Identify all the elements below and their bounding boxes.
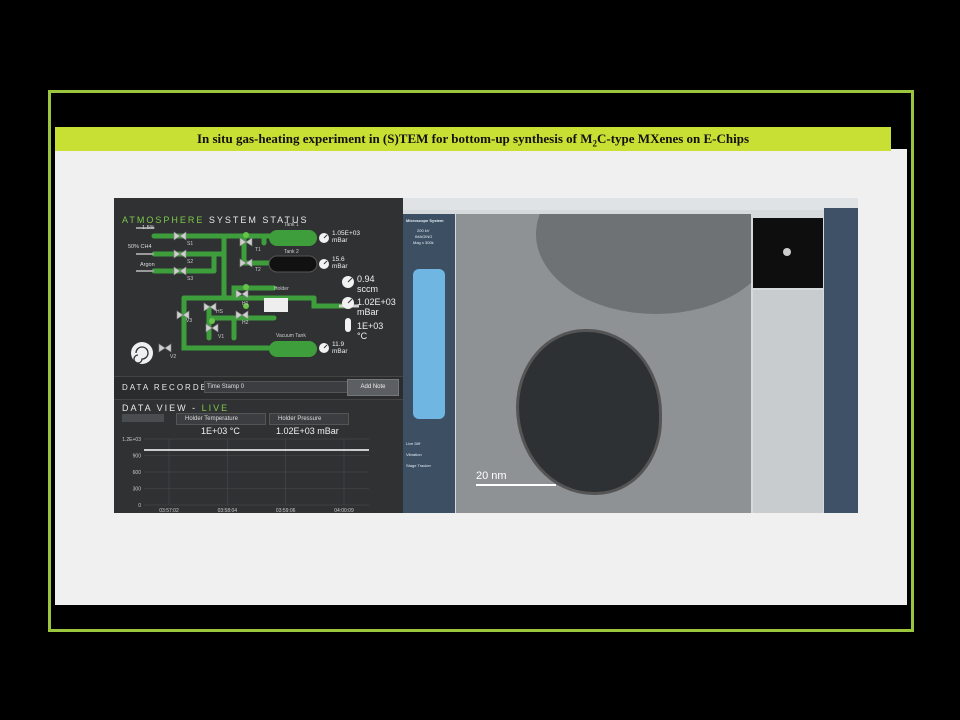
tank-1-value: 1.05E+03 mBar — [332, 230, 361, 244]
vibration-item[interactable]: Vibration — [406, 452, 422, 457]
valve-hs: HS — [216, 309, 224, 315]
side-control-panel[interactable] — [824, 208, 858, 513]
holder-temperature-value: 1E+03 °C — [357, 321, 384, 341]
valve-t1: T1 — [255, 247, 261, 253]
vacuum-tank — [269, 341, 317, 357]
right-tool-panel — [753, 290, 823, 513]
flow-value: 0.94 sccm — [357, 274, 378, 294]
timestamp-field[interactable]: Time Stamp 0 — [204, 381, 348, 393]
tank-1 — [269, 230, 317, 246]
holder-pressure-value: 1.02E+03 mBar — [357, 297, 396, 317]
valve-t2: T2 — [255, 267, 261, 273]
microscope-system-header: Microscope System — [406, 218, 444, 223]
atmosphere-software-panel: ATMOSPHERE SYSTEM STATUS 1.5% 50% CH4 Ar… — [114, 198, 404, 513]
valve-s2: S2 — [187, 259, 193, 265]
tank-2-value: 15.6 mBar — [332, 256, 348, 270]
kv-label: 200 kV — [417, 228, 430, 233]
y-tick-label: 300 — [133, 487, 142, 493]
slide-frame: In situ gas-heating experiment in (S)TEM… — [48, 90, 914, 632]
scale-bar-label: 20 nm — [476, 470, 507, 482]
background-particle — [536, 214, 751, 314]
y-tick-label: 900 — [133, 454, 142, 460]
vacuum-tank-label: Vacuum Tank — [276, 333, 306, 339]
y-tick-label: 0 — [138, 503, 141, 509]
tank-2-label: Tank 2 — [284, 249, 299, 255]
valve-v1: V1 — [218, 334, 224, 340]
valve-h1: H1 — [242, 301, 249, 307]
add-note-button[interactable]: Add Note — [347, 379, 399, 396]
microscope-control-panel: Microscope System 200 kV IMAGING Mag x 3… — [403, 214, 455, 513]
valve-v2: V2 — [170, 354, 176, 360]
x-tick-label: 03:59:06 — [276, 508, 296, 513]
gas-label-2: 50% CH4 — [128, 244, 152, 250]
x-tick-label: 03:57:02 — [159, 508, 179, 513]
y-tick-label: 1.2E+03 — [122, 437, 141, 443]
x-tick-label: 04:00:09 — [334, 508, 354, 513]
nanoparticle — [516, 329, 662, 495]
valve-s1: S1 — [187, 241, 193, 247]
data-recorder-bar: DATA RECORDER Time Stamp 0 Add Note — [114, 376, 404, 400]
mag-label: Mag x 300k — [413, 240, 434, 245]
tank-1-label: Tank 1 — [284, 222, 299, 228]
live-diff-item[interactable]: Live Diff — [406, 441, 420, 446]
data-view-title: DATA VIEW - LIVE — [122, 403, 230, 413]
slide-title: In situ gas-heating experiment in (S)TEM… — [55, 127, 891, 151]
chart-toolbar[interactable] — [122, 414, 164, 422]
stage-tracker-item[interactable]: Stage Tracker — [406, 463, 431, 468]
x-tick-label: 03:58:04 — [218, 508, 238, 513]
holder — [264, 298, 288, 312]
valve-h2: H2 — [242, 320, 249, 326]
menu-bar[interactable] — [403, 198, 858, 210]
data-recorder-label: DATA RECORDER — [122, 383, 216, 392]
valve-v3: V3 — [186, 318, 192, 324]
mode-label: IMAGING — [415, 234, 433, 239]
valve-s3: S3 — [187, 276, 193, 282]
holder-label: Holder — [274, 286, 289, 292]
live-data-chart: 1.2E+03 900 600 300 0 03:57:02 03:58:04 03:59:0… — [122, 437, 369, 513]
tank-2 — [268, 255, 318, 273]
y-tick-label: 600 — [133, 470, 142, 476]
fft-image — [753, 218, 823, 288]
microscope-software-window: Microscope System 200 kV IMAGING Mag x 3… — [403, 198, 858, 513]
vacuum-tank-value: 11.9 mBar — [332, 341, 348, 355]
microscope-column-diagram — [413, 269, 445, 419]
scale-bar — [476, 484, 556, 486]
gas-label-3: Argon — [140, 262, 155, 268]
tem-image: 20 nm — [456, 214, 751, 513]
temperature-series-select[interactable]: Holder Temperature — [176, 413, 266, 425]
thermometer-icon — [345, 318, 351, 332]
pressure-series-select[interactable]: Holder Pressure — [269, 413, 349, 425]
gas-label-1: 1.5% — [142, 225, 155, 231]
